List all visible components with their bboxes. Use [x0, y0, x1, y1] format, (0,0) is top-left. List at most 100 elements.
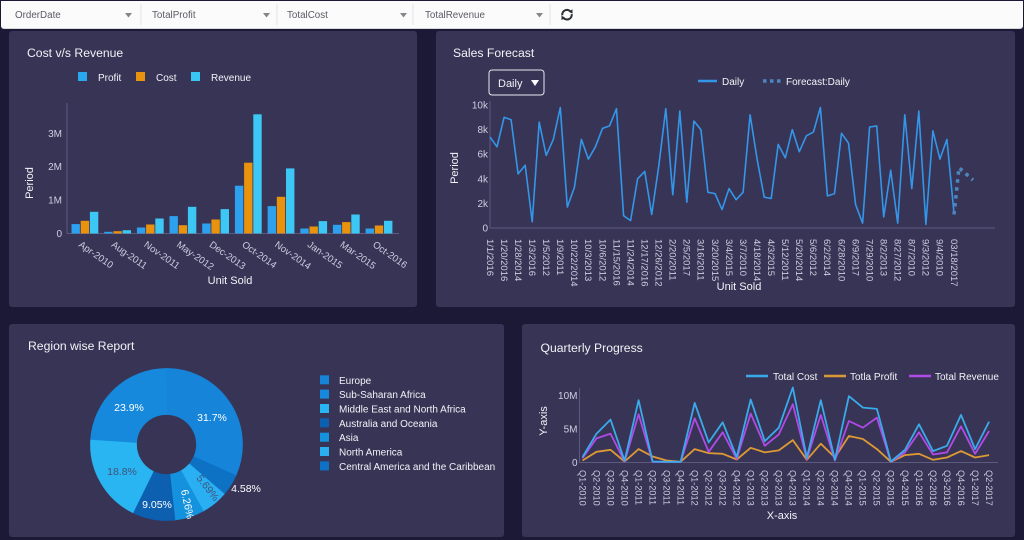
svg-text:1/3/2016: 1/3/2016 — [526, 239, 537, 276]
svg-text:4/3/2015: 4/3/2015 — [765, 239, 776, 276]
svg-text:Revenue: Revenue — [211, 73, 251, 84]
svg-text:Profit: Profit — [98, 73, 122, 84]
svg-text:Cost v/s Revenue: Cost v/s Revenue — [27, 46, 123, 60]
svg-text:Forecast:Daily: Forecast:Daily — [786, 77, 850, 88]
svg-text:Q4-2014: Q4-2014 — [844, 470, 854, 506]
svg-text:Q3-2012: Q3-2012 — [718, 470, 728, 506]
svg-text:Europe: Europe — [339, 376, 372, 387]
svg-text:1/5/2012: 1/5/2012 — [540, 239, 551, 276]
svg-text:1/28/2014: 1/28/2014 — [512, 239, 523, 281]
svg-text:Q3-2013: Q3-2013 — [774, 470, 784, 506]
svg-text:12/26/2012: 12/26/2012 — [653, 239, 664, 287]
svg-text:Sub-Saharan Africa: Sub-Saharan Africa — [339, 390, 426, 401]
svg-text:03/18/2017: 03/18/2017 — [948, 239, 959, 287]
svg-text:Q1-2016: Q1-2016 — [914, 470, 924, 506]
svg-text:8/2/2013: 8/2/2013 — [878, 239, 889, 276]
svg-text:Q1-2015: Q1-2015 — [858, 470, 868, 506]
svg-text:8/7/2010: 8/7/2010 — [906, 239, 917, 276]
svg-text:0: 0 — [56, 229, 62, 240]
svg-text:3M: 3M — [48, 129, 62, 140]
svg-text:Q3-2014: Q3-2014 — [830, 470, 840, 506]
svg-text:Nov-2011: Nov-2011 — [142, 239, 182, 271]
svg-text:Q1-2012: Q1-2012 — [690, 470, 700, 506]
svg-text:Total Cost: Total Cost — [773, 372, 818, 383]
svg-text:5M: 5M — [564, 425, 578, 436]
svg-text:1/9/2011: 1/9/2011 — [554, 239, 565, 275]
svg-text:Oct-2016: Oct-2016 — [370, 239, 409, 271]
svg-text:9/4/2010: 9/4/2010 — [934, 239, 945, 276]
svg-text:10/3/2013: 10/3/2013 — [582, 239, 593, 281]
svg-text:Q1-2010: Q1-2010 — [577, 470, 587, 506]
svg-text:10k: 10k — [472, 101, 489, 112]
svg-text:OrderDate: OrderDate — [15, 10, 61, 21]
svg-text:11/24/2014: 11/24/2014 — [624, 239, 635, 286]
svg-text:Q3-2010: Q3-2010 — [605, 470, 615, 506]
svg-text:North America: North America — [339, 448, 403, 459]
svg-text:Q2-2012: Q2-2012 — [704, 470, 714, 506]
svg-text:Q3-2015: Q3-2015 — [886, 470, 896, 506]
svg-text:11/15/2016: 11/15/2016 — [610, 239, 621, 286]
svg-text:5/12/2011: 5/12/2011 — [779, 239, 790, 281]
svg-text:2/20/2011: 2/20/2011 — [667, 239, 678, 281]
svg-text:Aug-2011: Aug-2011 — [109, 239, 149, 271]
svg-text:Q4-2016: Q4-2016 — [956, 470, 966, 506]
svg-text:Australia and Oceania: Australia and Oceania — [339, 419, 438, 430]
svg-text:Q1-2011: Q1-2011 — [633, 470, 643, 505]
svg-text:Unit Sold: Unit Sold — [208, 275, 253, 287]
svg-text:Middle East and North Africa: Middle East and North Africa — [339, 405, 466, 416]
svg-text:2/5/2017: 2/5/2017 — [681, 239, 692, 276]
svg-text:Jan-2015: Jan-2015 — [305, 239, 344, 271]
svg-text:Daily: Daily — [498, 78, 523, 90]
svg-text:Oct-2014: Oct-2014 — [240, 239, 279, 271]
svg-text:Unit Sold: Unit Sold — [717, 281, 762, 293]
svg-text:12/17/2016: 12/17/2016 — [639, 239, 650, 287]
svg-text:10/6/2012: 10/6/2012 — [596, 239, 607, 281]
svg-text:3/20/2015: 3/20/2015 — [709, 239, 720, 281]
svg-text:6/9/2017: 6/9/2017 — [849, 239, 860, 276]
svg-text:Q2-2013: Q2-2013 — [760, 470, 770, 506]
svg-text:X-axis: X-axis — [767, 510, 798, 522]
svg-text:Q2-2011: Q2-2011 — [647, 470, 657, 505]
svg-text:TotalProfit: TotalProfit — [152, 10, 196, 21]
svg-text:6/2/2014: 6/2/2014 — [821, 239, 832, 276]
svg-text:2k: 2k — [477, 199, 489, 210]
svg-text:Q2-2010: Q2-2010 — [591, 470, 601, 506]
svg-text:1/1/2016: 1/1/2016 — [484, 239, 495, 276]
svg-text:Q2-2017: Q2-2017 — [984, 470, 994, 506]
svg-text:Central America and the Caribb: Central America and the Caribbean — [339, 462, 495, 473]
svg-text:Quarterly Progress: Quarterly Progress — [541, 341, 643, 355]
svg-text:Q2-2016: Q2-2016 — [928, 470, 938, 506]
svg-text:TotalRevenue: TotalRevenue — [425, 10, 485, 21]
svg-text:Q4-2013: Q4-2013 — [788, 470, 798, 506]
svg-text:9/3/2012: 9/3/2012 — [920, 239, 931, 276]
svg-text:4/18/2014: 4/18/2014 — [751, 239, 762, 281]
svg-text:Q3-2016: Q3-2016 — [942, 470, 952, 506]
svg-text:23.9%: 23.9% — [114, 402, 144, 414]
svg-text:3/16/2011: 3/16/2011 — [695, 239, 706, 281]
svg-text:Period: Period — [449, 152, 461, 184]
svg-text:18.8%: 18.8% — [107, 466, 137, 478]
svg-text:Q2-2014: Q2-2014 — [816, 470, 826, 506]
svg-text:2M: 2M — [48, 162, 62, 173]
svg-text:Cost: Cost — [156, 73, 177, 84]
svg-text:5/6/2012: 5/6/2012 — [807, 239, 818, 276]
svg-text:6k: 6k — [477, 150, 489, 161]
svg-text:Sales Forecast: Sales Forecast — [453, 46, 535, 60]
svg-text:0: 0 — [572, 458, 578, 469]
svg-text:8/27/2012: 8/27/2012 — [892, 239, 903, 281]
svg-text:10/22/2014: 10/22/2014 — [568, 239, 579, 287]
svg-text:3/4/2015: 3/4/2015 — [723, 239, 734, 276]
svg-text:4.58%: 4.58% — [231, 483, 261, 495]
svg-text:Q4-2010: Q4-2010 — [619, 470, 629, 506]
svg-text:Q2-2015: Q2-2015 — [872, 470, 882, 506]
svg-text:8k: 8k — [477, 125, 489, 136]
svg-text:10M: 10M — [558, 391, 577, 402]
svg-text:Q1-2014: Q1-2014 — [802, 470, 812, 506]
svg-text:Q3-2011: Q3-2011 — [661, 470, 671, 505]
svg-text:Period: Period — [24, 167, 36, 199]
svg-text:Total Revenue: Total Revenue — [935, 372, 999, 383]
svg-text:Q4-2011: Q4-2011 — [675, 470, 685, 505]
svg-text:Q4-2012: Q4-2012 — [732, 470, 742, 506]
svg-text:Mar-2015: Mar-2015 — [338, 239, 378, 272]
svg-text:Asia: Asia — [339, 433, 359, 444]
